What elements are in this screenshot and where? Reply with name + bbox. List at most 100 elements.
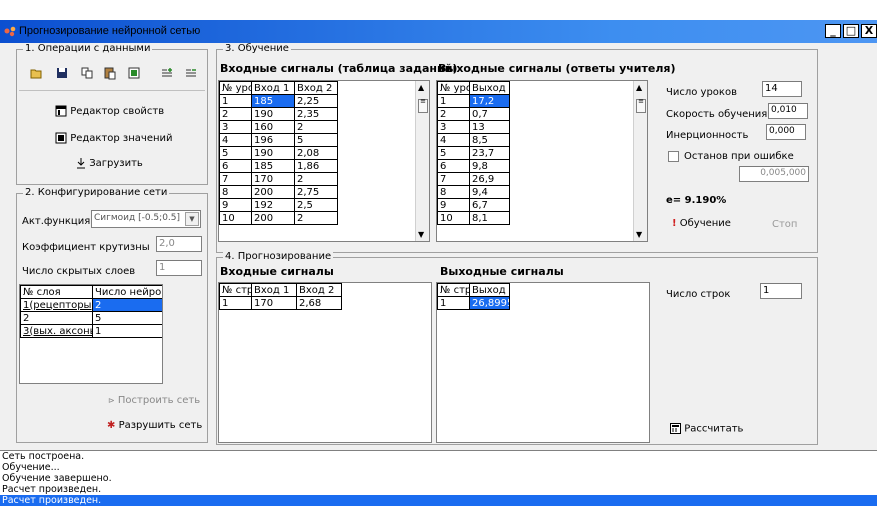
chevron-down-icon[interactable]: ▼ <box>185 212 199 226</box>
table-row[interactable]: 7 170 2 <box>219 172 338 186</box>
scroll-down-icon[interactable]: ▼ <box>636 230 642 239</box>
table-cell[interactable]: 6 <box>437 159 470 173</box>
table-cell[interactable]: 190 <box>251 107 295 121</box>
table-cell[interactable]: 0,7 <box>469 107 510 121</box>
values-editor-button[interactable]: Редактор значений <box>55 132 173 144</box>
table-row[interactable]: 4 196 5 <box>219 133 338 147</box>
training-outputs-grid[interactable]: № уроВыход 1 117,2 20,7 313 48,5 523,7 6… <box>436 80 648 242</box>
insert-row-icon[interactable] <box>160 66 174 80</box>
stop-on-error-checkbox[interactable] <box>668 151 679 162</box>
load-button[interactable]: Загрузить <box>76 157 143 169</box>
act-func-select[interactable]: Сигмоид [-0.5;0.5] ▼ <box>91 210 201 228</box>
inertia-input[interactable]: 0,000 <box>766 124 806 140</box>
table-cell[interactable]: 196 <box>251 133 295 147</box>
table-row[interactable]: 3 13 <box>437 120 510 134</box>
log-panel[interactable]: Сеть построена. Обучение... Обучение зав… <box>0 450 877 520</box>
table-row[interactable]: 7 26,9 <box>437 172 510 186</box>
table-cell[interactable]: 26,9 <box>469 172 510 186</box>
delete-row-icon[interactable] <box>184 66 198 80</box>
scroll-thumb[interactable]: ≡ <box>418 98 428 113</box>
table-row[interactable]: 10 200 2 <box>219 211 338 225</box>
table-cell[interactable]: 9,4 <box>469 185 510 199</box>
layer-table[interactable]: № слоя Число нейрон 1(рецепторы) 2 25 3(вы… <box>19 284 163 384</box>
table-row[interactable]: 3 160 2 <box>219 120 338 134</box>
maximize-button[interactable]: □ <box>843 24 859 38</box>
table-cell[interactable]: 1 <box>219 296 252 310</box>
table-cell[interactable]: 9 <box>437 198 470 212</box>
table-cell[interactable]: 1(рецепторы) <box>20 298 93 312</box>
table-cell[interactable]: 7 <box>437 172 470 186</box>
hidden-layers-input[interactable]: 1 <box>156 260 202 276</box>
table-row[interactable]: 1 185 2,25 <box>219 94 338 108</box>
copy-icon[interactable] <box>80 66 94 80</box>
table-cell[interactable]: 190 <box>251 146 295 160</box>
table-cell[interactable]: 9,8 <box>469 159 510 173</box>
table-cell[interactable]: 13 <box>469 120 510 134</box>
table-cell[interactable]: 6 <box>219 159 252 173</box>
table-row[interactable]: 5 23,7 <box>437 146 510 160</box>
table-cell[interactable]: 9 <box>219 198 252 212</box>
table-cell[interactable]: 185 <box>251 94 295 108</box>
table-cell[interactable]: 4 <box>437 133 470 147</box>
table-cell[interactable]: 3 <box>437 120 470 134</box>
table-row[interactable]: 8 200 2,75 <box>219 185 338 199</box>
table-cell[interactable]: 2,75 <box>294 185 338 199</box>
table-cell[interactable]: 2,08 <box>294 146 338 160</box>
table-cell[interactable]: 2 <box>437 107 470 121</box>
save-icon[interactable] <box>55 66 69 80</box>
table-cell[interactable]: 200 <box>251 211 295 225</box>
minimize-button[interactable]: _ <box>825 24 841 38</box>
table-cell[interactable]: 2,68 <box>296 296 342 310</box>
table-cell[interactable]: 2 <box>219 107 252 121</box>
table-cell[interactable]: 192 <box>251 198 295 212</box>
table-cell[interactable]: 6,7 <box>469 198 510 212</box>
table-cell[interactable]: 23,7 <box>469 146 510 160</box>
paste-icon[interactable] <box>103 66 117 80</box>
forecast-outputs-grid[interactable]: № стрВыход 1 126,89959 <box>436 282 650 443</box>
table-cell[interactable]: 10 <box>219 211 252 225</box>
table-cell[interactable]: 3(вых. аксоны) <box>20 324 93 338</box>
table-cell[interactable]: 26,89959 <box>469 296 510 310</box>
destroy-net-button[interactable]: ✱ Разрушить сеть <box>107 420 202 431</box>
outputs-scrollbar[interactable]: ▲ ≡ ▼ <box>633 81 647 241</box>
table-cell[interactable]: 2,5 <box>294 198 338 212</box>
rate-input[interactable]: 0,010 <box>768 103 808 119</box>
table-row[interactable]: 2 190 2,35 <box>219 107 338 121</box>
table-cell[interactable]: 5 <box>219 146 252 160</box>
table-cell[interactable]: 2,25 <box>294 94 338 108</box>
table-row[interactable]: 126,89959 <box>437 296 510 310</box>
table-row[interactable]: 9 6,7 <box>437 198 510 212</box>
scroll-up-icon[interactable]: ▲ <box>418 83 424 92</box>
table-row[interactable]: 6 9,8 <box>437 159 510 173</box>
table-row[interactable]: 5 190 2,08 <box>219 146 338 160</box>
table-row[interactable]: 2 0,7 <box>437 107 510 121</box>
close-button[interactable]: X <box>861 24 877 38</box>
table-cell[interactable]: 8,5 <box>469 133 510 147</box>
table-row[interactable]: 25 <box>20 311 162 325</box>
table-row[interactable]: 6 185 1,86 <box>219 159 338 173</box>
scroll-down-icon[interactable]: ▼ <box>418 230 424 239</box>
table-cell[interactable]: 160 <box>251 120 295 134</box>
table-row[interactable]: 9 192 2,5 <box>219 198 338 212</box>
table-cell[interactable]: 3 <box>219 120 252 134</box>
table-cell[interactable]: 7 <box>219 172 252 186</box>
scroll-up-icon[interactable]: ▲ <box>636 83 642 92</box>
table-cell[interactable]: 2 <box>294 211 338 225</box>
table-cell[interactable]: 1,86 <box>294 159 338 173</box>
build-net-button[interactable]: ⊳ Построить сеть <box>108 395 200 406</box>
stop-on-error-input[interactable]: 0,005,000 <box>739 166 809 182</box>
log-line-selected[interactable]: Расчет произведен. <box>0 495 877 506</box>
table-row[interactable]: 4 8,5 <box>437 133 510 147</box>
table-cell[interactable]: 8,1 <box>469 211 510 225</box>
table-cell[interactable]: 1 <box>437 94 470 108</box>
table-cell[interactable]: 2 <box>20 311 93 325</box>
scroll-thumb[interactable]: ≡ <box>636 98 646 113</box>
table-row[interactable]: 8 9,4 <box>437 185 510 199</box>
props-editor-button[interactable]: Редактор свойств <box>55 105 164 117</box>
table-icon[interactable] <box>127 66 141 80</box>
table-row[interactable]: 3(вых. аксоны)1 <box>20 324 162 338</box>
table-row[interactable]: 1(рецепторы) 2 <box>20 298 162 312</box>
table-cell[interactable]: 1 <box>437 296 470 310</box>
training-inputs-grid[interactable]: № уро Вход 1 Вход 2 1 185 2,25 2 190 2,35 3 160… <box>218 80 430 242</box>
calc-button[interactable]: Рассчитать <box>670 423 743 435</box>
